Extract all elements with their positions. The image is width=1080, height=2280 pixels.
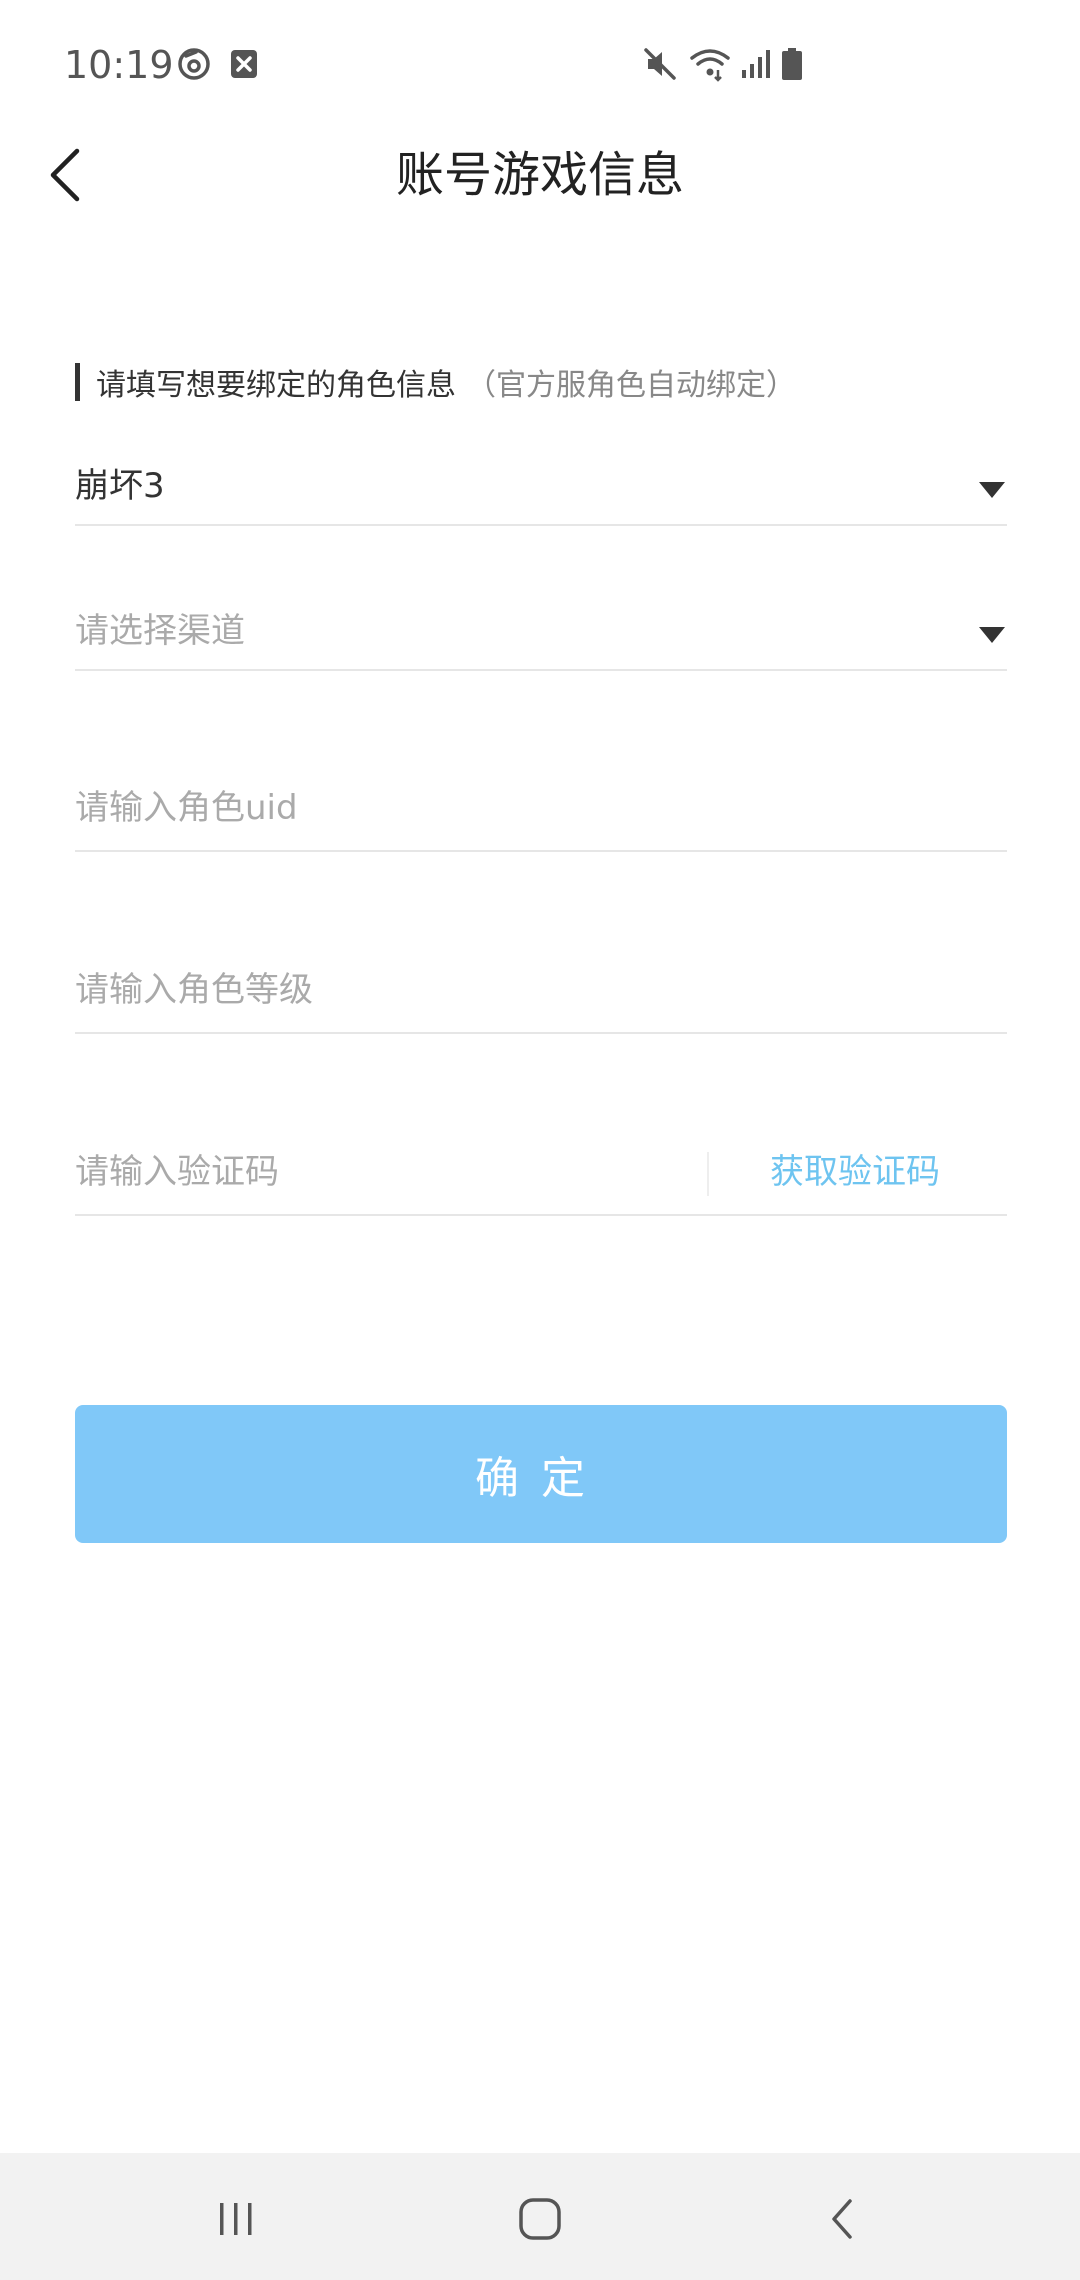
home-button[interactable]: [500, 2179, 580, 2259]
signal-icon: [740, 46, 776, 82]
channel-select[interactable]: 请选择渠道: [75, 597, 1007, 671]
status-bar: 10:19: [0, 0, 1080, 130]
home-icon: [519, 2198, 561, 2240]
back-icon: [832, 2199, 852, 2239]
hint-accent-bar: [75, 363, 80, 401]
netease-icon: [176, 46, 212, 82]
section-hint: 请填写想要绑定的角色信息 （官方服角色自动绑定）: [75, 360, 796, 404]
confirm-button[interactable]: 确定: [75, 1405, 1007, 1543]
level-field: [75, 952, 1007, 1034]
level-input[interactable]: [75, 970, 975, 1010]
nav-back-button[interactable]: [802, 2179, 882, 2259]
recent-apps-icon: [220, 2203, 252, 2235]
mute-icon: [642, 46, 678, 82]
code-divider: [707, 1152, 709, 1196]
battery-icon: [780, 46, 804, 82]
dropdown-triangle-icon: [979, 627, 1005, 643]
dropdown-triangle-icon: [979, 482, 1005, 498]
game-select-value: 崩坏3: [75, 466, 165, 506]
code-field: 获取验证码: [75, 1134, 1007, 1216]
game-select[interactable]: 崩坏3: [75, 452, 1007, 526]
nav-bar: [0, 2153, 1080, 2280]
uid-field: [75, 770, 1007, 852]
wifi-icon: [688, 46, 732, 82]
status-time: 10:19: [64, 43, 174, 87]
hint-sub-text: （官方服角色自动绑定）: [466, 368, 796, 403]
uid-input[interactable]: [75, 788, 975, 828]
hint-main-text: 请填写想要绑定的角色信息: [96, 368, 456, 403]
page-title: 账号游戏信息: [395, 147, 684, 203]
header: 账号游戏信息: [0, 130, 1080, 220]
code-input[interactable]: [75, 1152, 675, 1192]
screen: 10:19 账号游戏信息 请填写想要绑定的角色信息 （官方服角色自动绑定） 崩坏…: [0, 0, 1080, 2280]
get-code-button[interactable]: 获取验证码: [770, 1148, 940, 1196]
notification-close-icon: [226, 46, 262, 82]
channel-select-placeholder: 请选择渠道: [75, 611, 245, 651]
recent-apps-button[interactable]: [196, 2179, 276, 2259]
